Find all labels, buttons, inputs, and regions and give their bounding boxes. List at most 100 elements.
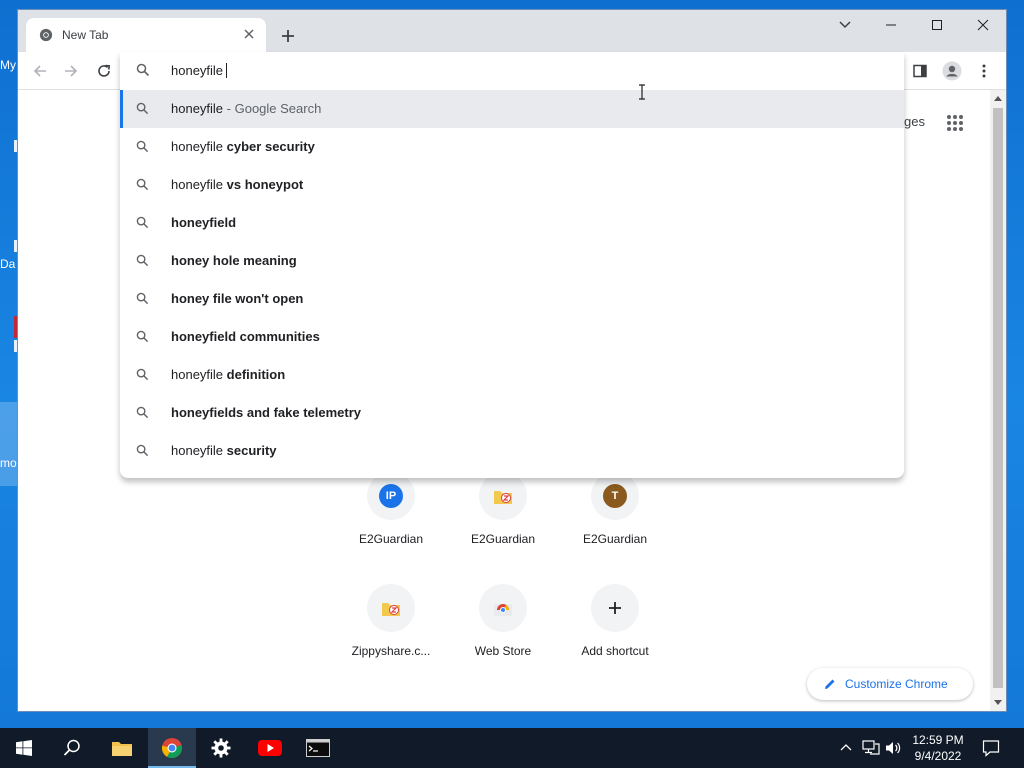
search-icon <box>136 216 149 229</box>
side-panel-button[interactable] <box>908 59 932 83</box>
forward-button[interactable] <box>59 59 83 83</box>
search-icon <box>136 140 149 153</box>
suggestion-text: honeyfield communities <box>171 329 320 344</box>
settings-taskbar-button[interactable] <box>197 728 245 768</box>
close-tab-icon[interactable] <box>240 25 258 43</box>
gear-icon <box>211 738 231 758</box>
shortcut-tile[interactable]: Zippyshare.c... <box>335 584 447 696</box>
search-icon <box>136 406 149 419</box>
minimize-icon <box>886 24 896 26</box>
shortcut-tile[interactable]: T E2Guardian <box>559 472 671 584</box>
omnibox-suggestion[interactable]: honeyfields and fake telemetry <box>120 394 904 432</box>
address-bar[interactable]: honeyfile <box>120 52 904 90</box>
desktop-icon-fragment[interactable] <box>14 340 17 352</box>
suggestion-prefix: honeyfile <box>171 443 227 458</box>
pencil-icon <box>825 679 835 689</box>
desktop-icon-label[interactable]: My <box>0 58 18 72</box>
shortcut-label: E2Guardian <box>470 532 536 546</box>
desktop-icon-label[interactable]: mo <box>0 456 18 470</box>
suggestion-bold: honeyfield <box>171 215 237 230</box>
chevron-down-icon <box>839 21 851 29</box>
shortcut-icon <box>479 584 527 632</box>
shortcut-icon: IP <box>367 472 415 520</box>
suggestion-bold: honey file won't open <box>171 291 304 306</box>
shortcut-letter-icon: IP <box>379 484 403 508</box>
terminal-taskbar-button[interactable] <box>294 728 342 768</box>
search-icon <box>136 330 149 343</box>
minimize-button[interactable] <box>868 10 914 40</box>
suggestion-text: honeyfile - Google Search <box>171 101 321 116</box>
arrow-right-icon <box>65 65 78 77</box>
suggestion-text: honeyfile vs honeypot <box>171 177 303 192</box>
scroll-down-icon[interactable] <box>994 700 1002 705</box>
shortcut-icon <box>367 584 415 632</box>
new-tab-icon[interactable] <box>276 24 300 48</box>
omnibox-suggestion[interactable]: honey file won't open <box>120 280 904 318</box>
scroll-up-icon[interactable] <box>994 96 1002 101</box>
shortcut-tile[interactable]: E2Guardian <box>447 472 559 584</box>
omnibox-suggestion[interactable]: honeyfile definition <box>120 356 904 394</box>
notification-icon[interactable] <box>982 739 1000 757</box>
address-bar-input[interactable]: honeyfile <box>171 63 228 78</box>
close-window-button[interactable] <box>960 10 1006 40</box>
shortcut-tile[interactable]: IP E2Guardian <box>335 472 447 584</box>
scrollbar-thumb[interactable] <box>993 108 1003 688</box>
network-icon[interactable] <box>862 740 880 756</box>
shortcut-label: E2Guardian <box>358 532 424 546</box>
apps-grid-icon[interactable] <box>946 114 964 132</box>
shortcut-tile[interactable]: Web Store <box>447 584 559 696</box>
omnibox-dropdown: honeyfile honeyfile - Google Search honey… <box>120 52 904 478</box>
desktop-icon-label[interactable]: Da <box>0 257 18 271</box>
file-explorer-button[interactable] <box>98 728 146 768</box>
customize-chrome-button[interactable]: Customize Chrome <box>807 668 973 700</box>
text-caret <box>226 63 228 78</box>
start-button[interactable] <box>0 728 48 768</box>
search-icon <box>136 368 149 381</box>
youtube-taskbar-button[interactable] <box>246 728 294 768</box>
omnibox-suggestion[interactable]: honeyfile cyber security <box>120 128 904 166</box>
suggestion-bold: cyber security <box>226 139 315 154</box>
suggestion-text: honeyfields and fake telemetry <box>171 405 361 420</box>
desktop-icon-fragment[interactable] <box>14 240 17 252</box>
page-scrollbar[interactable] <box>990 90 1006 711</box>
tab-search-button[interactable] <box>822 10 868 40</box>
back-button[interactable] <box>28 59 52 83</box>
omnibox-suggestion[interactable]: honeyfield communities <box>120 318 904 356</box>
arrow-left-icon <box>33 65 46 77</box>
tab-title: New Tab <box>62 28 109 42</box>
omnibox-suggestion[interactable]: honeyfield <box>120 204 904 242</box>
shortcut-label: Add shortcut <box>581 644 649 658</box>
folder-icon <box>112 742 132 756</box>
reload-button[interactable] <box>92 59 116 83</box>
close-icon <box>977 19 989 31</box>
tab-new-tab[interactable]: New Tab <box>26 18 266 52</box>
search-icon <box>136 292 149 305</box>
search-icon <box>136 444 149 457</box>
clock-time: 12:59 PM <box>912 733 964 747</box>
desktop-icon-fragment[interactable] <box>14 140 17 152</box>
zippyshare-icon <box>382 603 400 616</box>
windows-icon <box>16 740 32 756</box>
desktop-icon-selected[interactable] <box>0 402 18 486</box>
menu-button[interactable] <box>972 59 996 83</box>
images-link[interactable]: ges <box>904 114 925 129</box>
shortcut-letter-icon: T <box>603 484 627 508</box>
omnibox-suggestion[interactable]: honey hole meaning <box>120 242 904 280</box>
omnibox-suggestion[interactable]: honeyfile vs honeypot <box>120 166 904 204</box>
add-shortcut-button[interactable]: Add shortcut <box>559 584 671 696</box>
suggestion-bold: security <box>226 443 277 458</box>
search-icon <box>136 178 149 191</box>
omnibox-suggestion[interactable]: honeyfile security <box>120 432 904 470</box>
omnibox-suggestion[interactable]: honeyfile - Google Search <box>120 90 904 128</box>
suggestion-bold: honeyfield communities <box>171 329 320 344</box>
volume-icon[interactable] <box>885 740 903 756</box>
suggestion-text: honeyfile definition <box>171 367 285 382</box>
profile-button[interactable] <box>940 59 964 83</box>
chevron-up-icon[interactable] <box>840 742 852 752</box>
taskbar-clock[interactable]: 12:59 PM 9/4/2022 <box>906 732 970 764</box>
search-button[interactable] <box>48 728 96 768</box>
zippyshare-icon <box>494 491 512 504</box>
search-icon <box>63 739 80 756</box>
maximize-button[interactable] <box>914 10 960 40</box>
chrome-taskbar-button[interactable] <box>148 728 196 768</box>
